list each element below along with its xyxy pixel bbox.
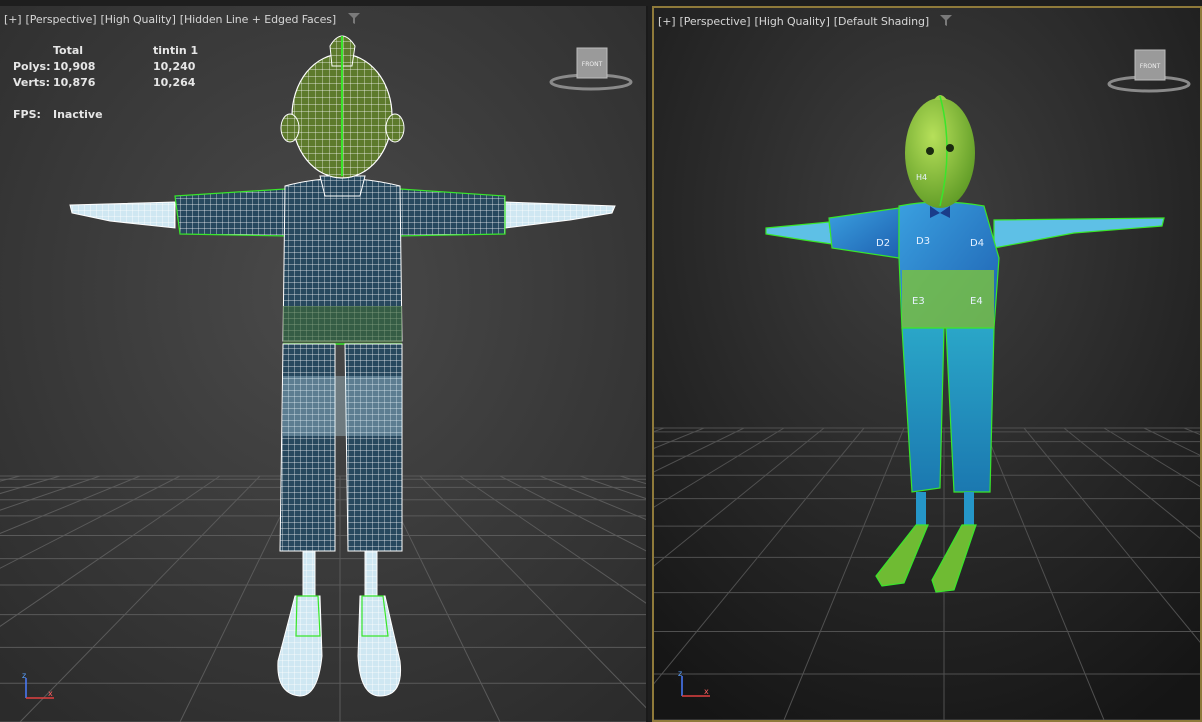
stats-header-row: Total tintin 1 xyxy=(13,44,233,60)
verts-object: 10,264 xyxy=(153,76,196,89)
left-viewport-label[interactable]: [+] [Perspective] [High Quality] [Hidden Li… xyxy=(4,13,360,26)
viewport-menu-quality[interactable]: [High Quality] xyxy=(755,15,830,28)
right-viewport-label[interactable]: [+] [Perspective] [High Quality] [Default S… xyxy=(658,15,953,28)
fps-label: FPS: xyxy=(13,108,41,121)
viewport-menu-view[interactable]: [Perspective] xyxy=(26,13,97,26)
viewcube-right[interactable]: FRONT xyxy=(1106,46,1192,98)
viewcube-face-label: FRONT xyxy=(582,61,603,68)
uv-label: E3 xyxy=(912,296,925,307)
viewport-menu-plus[interactable]: [+] xyxy=(4,13,22,26)
axis-tripod-left: z x xyxy=(22,672,54,699)
verts-total: 10,876 xyxy=(53,76,96,89)
viewcube-left[interactable]: FRONT xyxy=(548,44,634,96)
filter-icon[interactable] xyxy=(940,15,953,26)
polys-object: 10,240 xyxy=(153,60,196,73)
uv-label: D3 xyxy=(916,236,930,247)
viewport-menu-view[interactable]: [Perspective] xyxy=(680,15,751,28)
polys-total: 10,908 xyxy=(53,60,96,73)
viewcube-face-label: FRONT xyxy=(1140,63,1161,70)
axis-z-label: z xyxy=(678,670,682,678)
viewport-menu-shading[interactable]: [Hidden Line + Edged Faces] xyxy=(180,13,336,26)
axis-x-label: x xyxy=(48,689,53,698)
filter-icon[interactable] xyxy=(347,13,360,24)
stats-fps-row: FPS: Inactive xyxy=(13,108,233,124)
uv-label: D2 xyxy=(876,238,890,249)
stats-header-total: Total xyxy=(53,44,84,57)
viewport-menu-plus[interactable]: [+] xyxy=(658,15,676,28)
app-root: [+] [Perspective] [High Quality] [Hidden Li… xyxy=(0,0,1202,722)
fps-value: Inactive xyxy=(53,108,103,121)
uv-label: H4 xyxy=(916,173,927,182)
stats-verts-row: Verts: 10,876 10,264 xyxy=(13,76,233,92)
left-viewport[interactable]: [+] [Perspective] [High Quality] [Hidden Li… xyxy=(0,6,648,722)
polys-label: Polys: xyxy=(13,60,51,73)
right-scene: D2 D3 D4 E3 E4 H4 xyxy=(654,8,1200,720)
uv-label: D4 xyxy=(970,238,984,249)
axis-tripod-right: z x xyxy=(678,670,710,697)
uv-label: E4 xyxy=(970,296,983,307)
axis-x-label: x xyxy=(704,687,709,696)
viewport-menu-shading[interactable]: [Default Shading] xyxy=(834,15,929,28)
verts-label: Verts: xyxy=(13,76,51,89)
axis-z-label: z xyxy=(22,672,26,680)
viewport-menu-quality[interactable]: [High Quality] xyxy=(101,13,176,26)
stats-header-object: tintin 1 xyxy=(153,44,199,57)
scene-statistics: Total tintin 1 Polys: 10,908 10,240 Vert… xyxy=(13,44,233,124)
stats-header-label xyxy=(13,44,53,60)
right-viewport[interactable]: D2 D3 D4 E3 E4 H4 [+] [Perspective] [High … xyxy=(652,6,1202,722)
stats-polys-row: Polys: 10,908 10,240 xyxy=(13,60,233,76)
